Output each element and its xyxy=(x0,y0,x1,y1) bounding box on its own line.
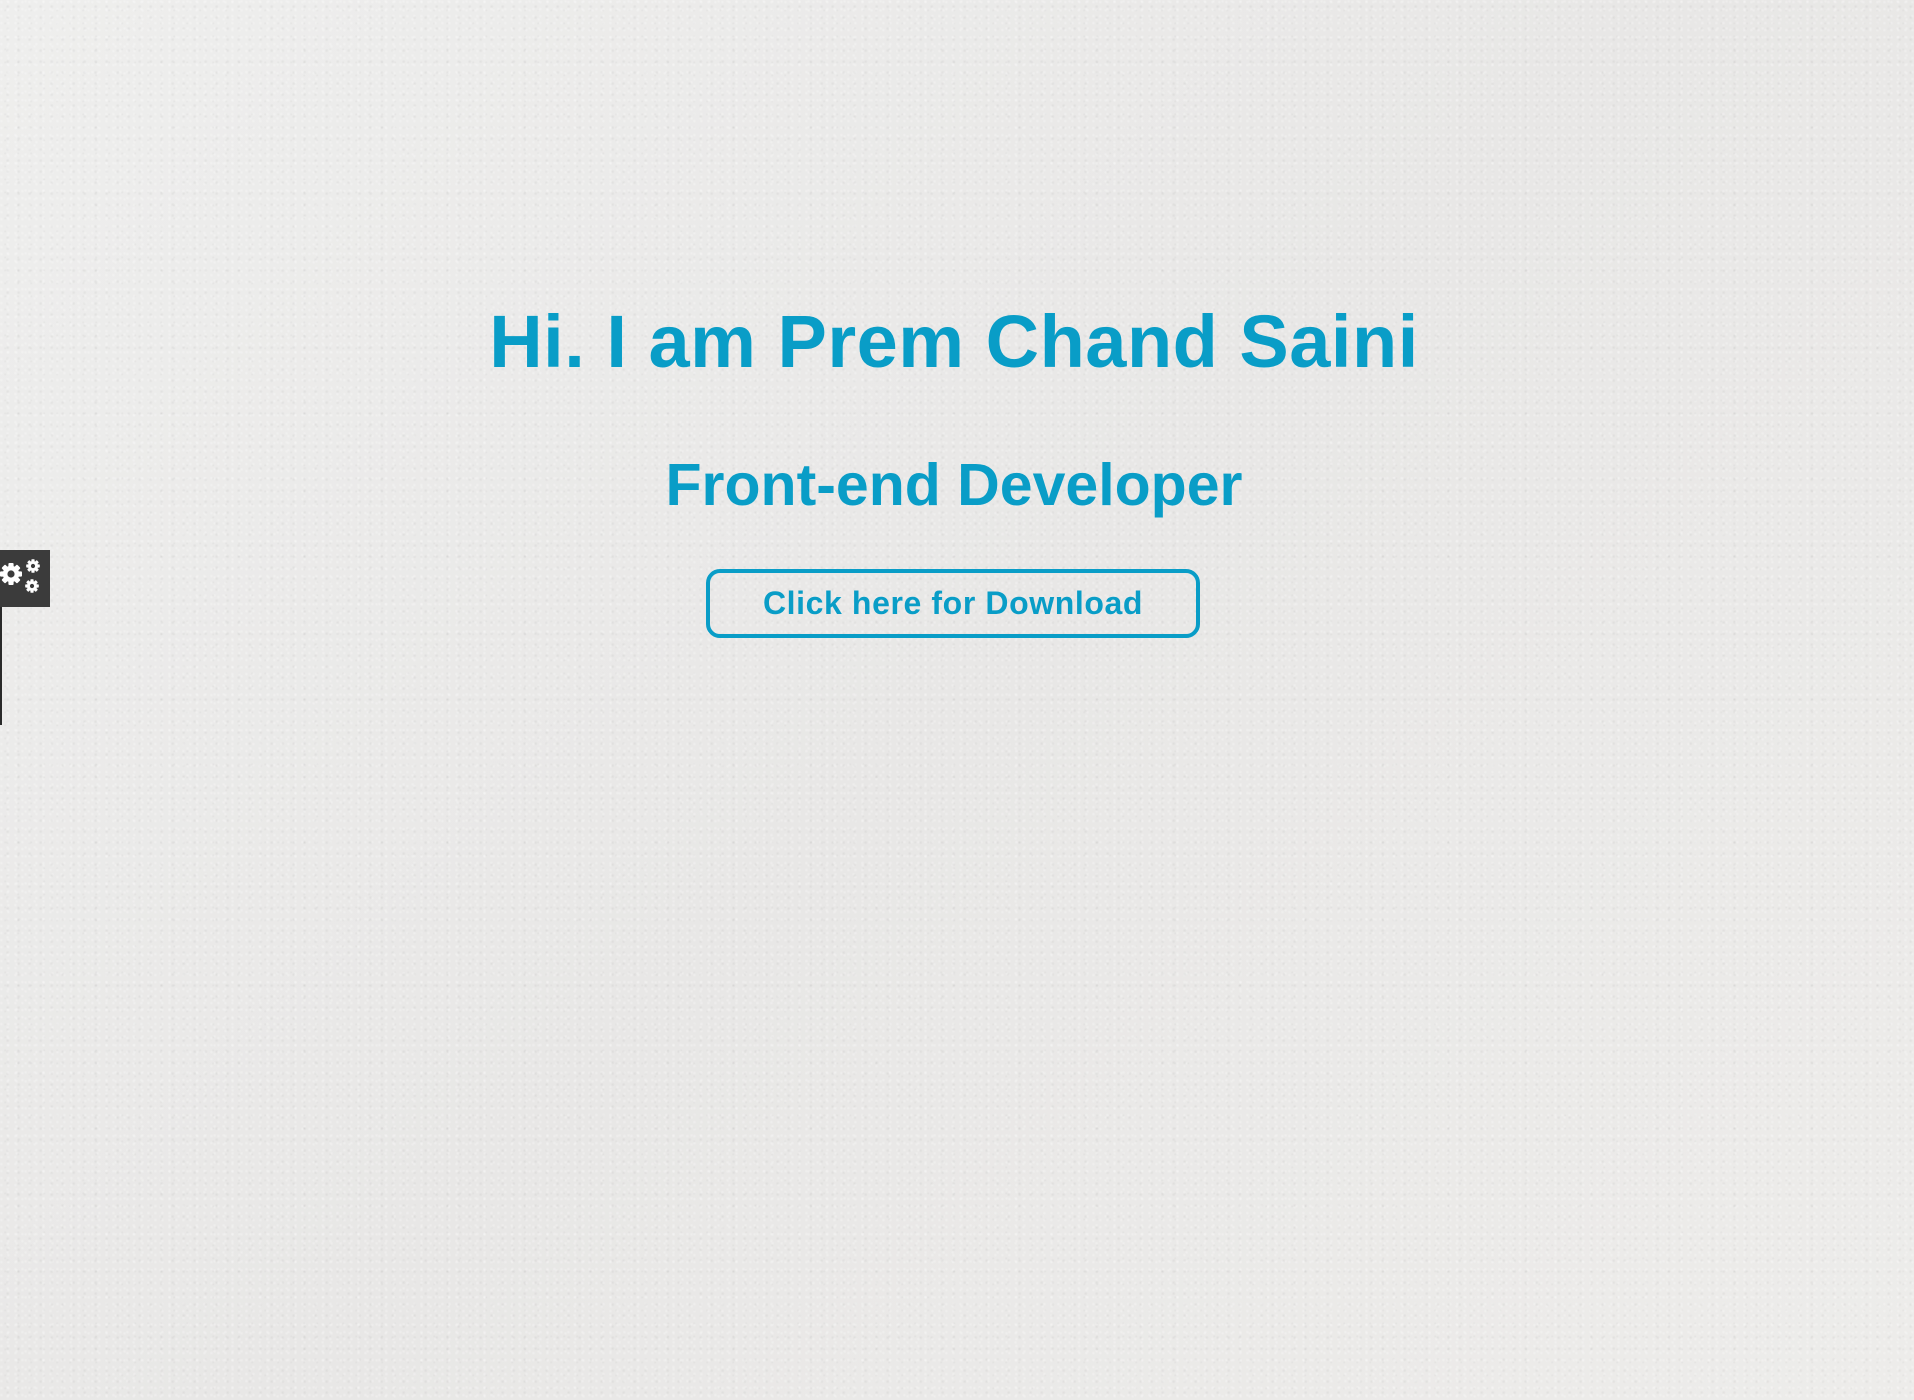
settings-toggle-button[interactable] xyxy=(0,550,50,607)
hero-role-subheading: Front-end Developer xyxy=(665,452,1243,518)
hero-section: Hi. I am Prem Chand Saini Front-end Deve… xyxy=(0,0,1914,1400)
download-button[interactable]: Click here for Download xyxy=(706,569,1200,638)
settings-panel-edge xyxy=(0,607,2,725)
hero-name-heading: Hi. I am Prem Chand Saini xyxy=(489,300,1419,383)
